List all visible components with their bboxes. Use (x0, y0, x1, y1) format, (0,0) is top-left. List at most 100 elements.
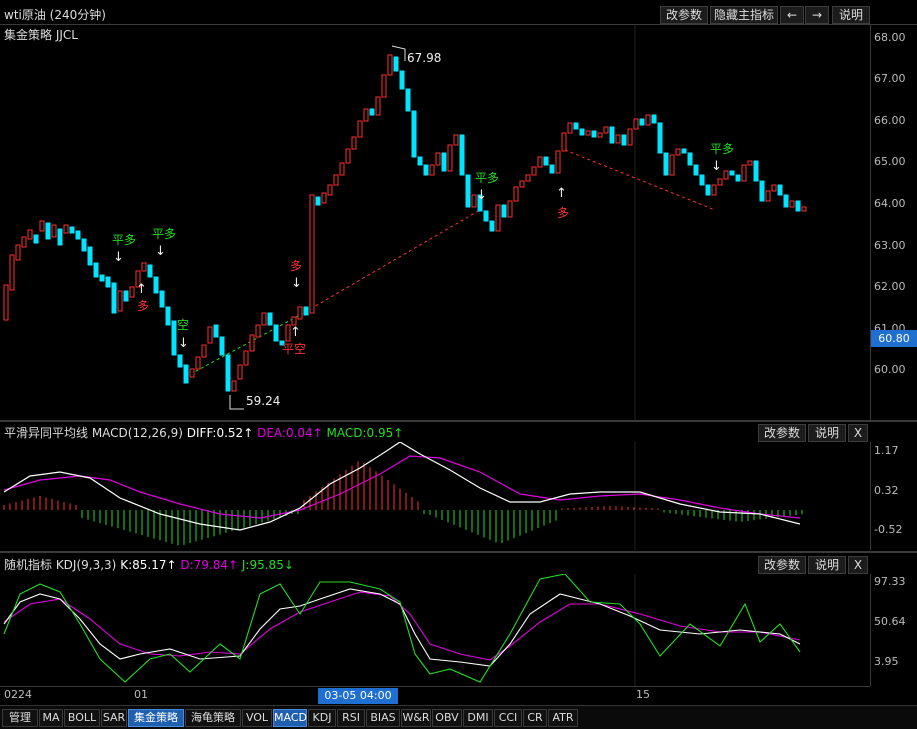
candle-body (237, 364, 243, 380)
candle-body (501, 204, 507, 218)
candle-body (555, 150, 561, 174)
indicator-tab[interactable]: 海龟策略 (185, 709, 241, 727)
candle-body (429, 164, 435, 176)
candle-body (369, 108, 375, 116)
indicator-tab[interactable]: BOLL (64, 709, 100, 727)
indicator-tab[interactable]: 管理 (2, 709, 38, 727)
candle-body (57, 228, 63, 246)
indicator-tab[interactable]: SAR (101, 709, 127, 727)
main-price-chart[interactable]: 67.98 59.24 平多 ↓ 平多 ↓ ↑ 多 空 ↓ 多 ↓ ↑ 平空 平… (0, 25, 870, 420)
signal-arrow: ↓ (291, 276, 302, 291)
indicator-tab[interactable]: BIAS (366, 709, 400, 727)
low-marker (229, 395, 244, 410)
candle-body (705, 184, 711, 196)
candle-body (615, 134, 621, 144)
candle-body (417, 156, 423, 166)
candle-body (519, 180, 525, 188)
candle-body (303, 306, 309, 316)
candle-body (339, 162, 345, 176)
candle-body (435, 152, 441, 166)
candle-body (375, 96, 381, 116)
kdj-chart[interactable] (0, 574, 870, 686)
macd-params-button[interactable]: 改参数 (758, 424, 806, 442)
indicator-tab[interactable]: OBV (432, 709, 462, 727)
indicator-tab[interactable]: VOL (242, 709, 272, 727)
candle-body (63, 224, 69, 234)
candle-body (453, 134, 459, 146)
candle-body (249, 334, 255, 352)
indicator-tab[interactable]: MACD (273, 709, 307, 727)
indicator-tab[interactable]: ATR (548, 709, 578, 727)
candle-body (525, 174, 531, 182)
candle-body (537, 156, 543, 168)
candle-body (459, 134, 465, 176)
indicator-tab[interactable]: DMI (463, 709, 493, 727)
signal-label: 多 (290, 259, 302, 273)
params-button[interactable]: 改参数 (660, 6, 708, 24)
candle-body (45, 222, 51, 240)
macd-close-button[interactable]: X (848, 424, 868, 442)
indicator-tab[interactable]: KDJ (308, 709, 336, 727)
kdj-close-button[interactable]: X (848, 556, 868, 574)
macd-dea: DEA:0.04↑ (257, 426, 323, 440)
indicator-tab[interactable]: RSI (337, 709, 365, 727)
candle-body (591, 130, 597, 138)
prev-arrow-button[interactable]: ← (780, 6, 804, 24)
candle-body (27, 229, 33, 240)
candle-body (165, 306, 171, 326)
candle-body (297, 306, 303, 320)
kdj-d: D:79.84↑ (180, 558, 239, 572)
candle-body (363, 108, 369, 122)
kdj-tick: 50.64 (874, 615, 906, 628)
kdj-params-button[interactable]: 改参数 (758, 556, 806, 574)
indicator-tab[interactable]: 集金策略 (128, 709, 184, 727)
kdj-axis-line (870, 574, 871, 686)
candle-body (549, 164, 555, 174)
next-arrow-button[interactable]: → (805, 6, 829, 24)
candle-body (687, 152, 693, 166)
candle-body (33, 234, 39, 244)
candle-body (675, 148, 681, 156)
kdj-help-button[interactable]: 说明 (808, 556, 846, 574)
macd-chart[interactable] (0, 442, 870, 550)
help-button[interactable]: 说明 (832, 6, 870, 24)
indicator-tab[interactable]: CR (523, 709, 547, 727)
candle-body (639, 118, 645, 126)
candle-body (387, 54, 393, 76)
candle-body (405, 88, 411, 112)
candle-body (627, 128, 633, 146)
price-tick: 68.00 (874, 31, 906, 44)
candle-body (261, 312, 267, 326)
candle-body (195, 356, 201, 370)
candle-body (123, 290, 129, 302)
macd-panel-divider (0, 420, 917, 422)
signal-label: 空 (177, 318, 189, 332)
macd-help-button[interactable]: 说明 (808, 424, 846, 442)
candle-body (399, 70, 405, 90)
candle-body (21, 236, 27, 248)
high-label: 67.98 (407, 51, 441, 65)
candle-body (651, 114, 657, 124)
candle-body (93, 262, 99, 278)
candle-body (771, 184, 777, 192)
hide-main-indicator-button[interactable]: 隐藏主指标 (710, 6, 778, 24)
candle-body (747, 160, 753, 166)
candle-body (681, 148, 687, 154)
candle-body (51, 224, 57, 238)
candle-body (159, 290, 165, 308)
indicator-tab[interactable]: MA (39, 709, 63, 727)
macd-name: 平滑异同平均线 MACD(12,26,9) (4, 426, 183, 440)
indicator-tab[interactable]: W&R (401, 709, 431, 727)
candle-body (447, 144, 453, 172)
candle-body (153, 276, 159, 294)
candle-body (489, 220, 495, 232)
candle-body (273, 324, 279, 342)
low-label: 59.24 (246, 394, 280, 408)
candle-body (327, 184, 333, 196)
candle-body (225, 354, 231, 392)
candle-body (585, 130, 591, 136)
indicator-tab[interactable]: CCI (494, 709, 522, 727)
candle-body (609, 126, 615, 144)
candle-body (351, 136, 357, 150)
candle-body (753, 160, 759, 182)
